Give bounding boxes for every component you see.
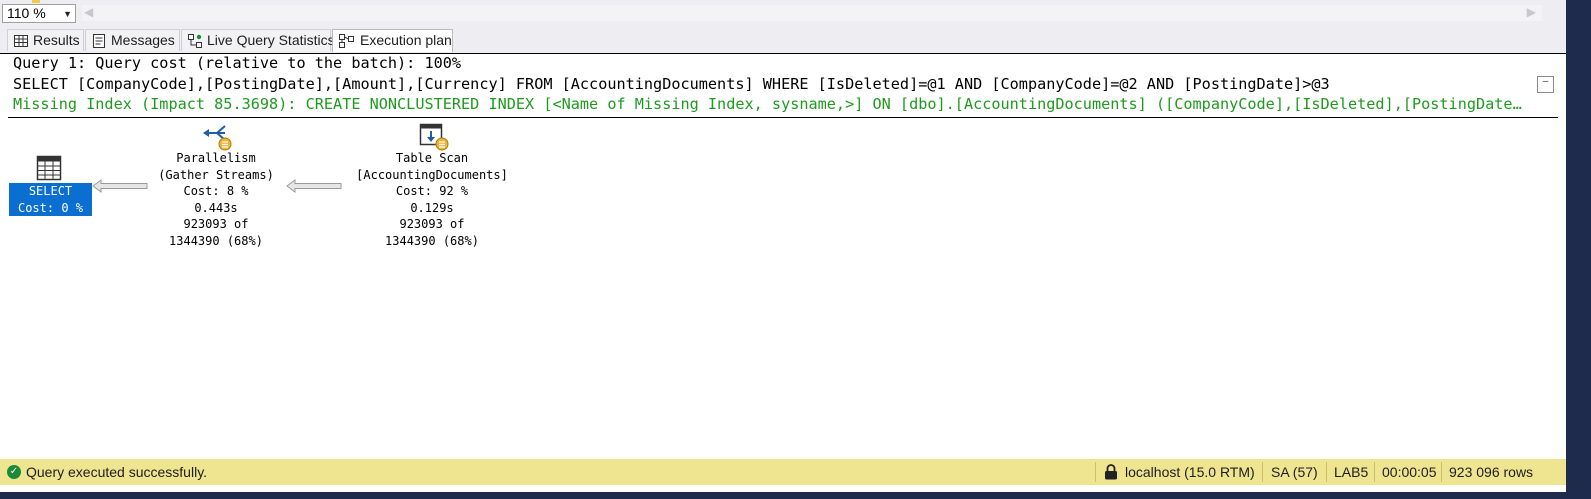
lock-icon xyxy=(1105,464,1117,480)
scroll-right-icon[interactable]: ▶ xyxy=(1527,5,1536,19)
node-estimate: 1344390 (68%) xyxy=(385,233,479,248)
tab-results[interactable]: Results xyxy=(7,29,84,51)
node-rows: 923093 of xyxy=(399,217,465,231)
divider xyxy=(1262,462,1263,482)
divider xyxy=(8,117,1558,118)
success-check-icon: ✓ xyxy=(7,465,21,479)
tab-label: Execution plan xyxy=(360,32,452,48)
divider xyxy=(1326,462,1327,482)
status-user: SA (57) xyxy=(1271,464,1318,480)
execution-plan-icon xyxy=(339,34,354,48)
data-flow-arrow[interactable] xyxy=(92,179,148,193)
result-tabs: Results Messages Live Query Statistics E… xyxy=(0,28,1566,54)
query-sql-text: SELECT [CompanyCode],[PostingDate],[Amou… xyxy=(13,75,1330,93)
parallelism-icon[interactable] xyxy=(201,124,233,152)
live-stats-icon xyxy=(188,34,202,48)
divider xyxy=(1441,462,1442,482)
collapse-button[interactable]: – xyxy=(1537,76,1554,93)
grid-icon xyxy=(14,35,28,47)
editor-marker xyxy=(32,0,40,3)
divider xyxy=(1374,462,1375,482)
zoom-value: 110 % xyxy=(7,5,46,21)
node-cost: Cost: 92 % xyxy=(395,184,469,198)
zoom-select[interactable]: 110 % ▼ xyxy=(2,4,76,23)
status-message: Query executed successfully. xyxy=(26,464,208,480)
tab-label: Live Query Statistics xyxy=(207,32,335,48)
tab-messages[interactable]: Messages xyxy=(85,29,180,51)
query-results-panel: 110 % ▼ ◀ ▶ Results Messages Live Query … xyxy=(0,0,1566,492)
data-flow-arrow[interactable] xyxy=(286,179,342,193)
query-cost-header: Query 1: Query cost (relative to the bat… xyxy=(13,54,462,72)
select-node-name: SELECT xyxy=(28,184,73,198)
select-node-cost: Cost: 0 % xyxy=(17,200,84,215)
node-name: Parallelism xyxy=(176,151,256,165)
table-scan-node[interactable]: Table Scan [AccountingDocuments] Cost: 9… xyxy=(342,150,522,249)
window-frame xyxy=(1566,0,1591,499)
status-row-count: 923 096 rows xyxy=(1449,464,1534,480)
divider xyxy=(1095,462,1096,482)
node-rows: 923093 of xyxy=(183,217,249,231)
node-subtitle: (Gather Streams) xyxy=(158,167,274,182)
select-node[interactable]: SELECT Cost: 0 % xyxy=(9,183,92,216)
tab-label: Results xyxy=(33,32,80,48)
select-icon[interactable] xyxy=(36,155,62,181)
node-time: 0.443s xyxy=(194,200,238,215)
table-scan-icon[interactable] xyxy=(419,123,449,151)
window-frame xyxy=(0,492,1591,499)
tab-label: Messages xyxy=(111,32,175,48)
node-object: [AccountingDocuments] xyxy=(356,167,508,182)
node-time: 0.129s xyxy=(410,200,454,215)
horizontal-scrollbar[interactable]: ◀ ▶ xyxy=(82,5,1542,21)
messages-icon xyxy=(93,34,105,48)
node-cost: Cost: 8 % xyxy=(183,184,249,198)
status-bar: ✓ Query executed successfully. localhost… xyxy=(0,459,1566,485)
tab-execution-plan[interactable]: Execution plan xyxy=(332,29,453,52)
status-elapsed: 00:00:05 xyxy=(1382,464,1437,480)
missing-index-hint[interactable]: Missing Index (Impact 85.3698): CREATE N… xyxy=(13,95,1528,113)
chevron-down-icon[interactable]: ▼ xyxy=(63,6,72,23)
plan-toolbar: 110 % ▼ ◀ ▶ xyxy=(0,0,1566,28)
tab-live-query-statistics[interactable]: Live Query Statistics xyxy=(181,29,335,51)
parallelism-node[interactable]: Parallelism (Gather Streams) Cost: 8 % 0… xyxy=(146,150,286,249)
scroll-left-icon[interactable]: ◀ xyxy=(84,5,93,19)
status-server: localhost (15.0 RTM) xyxy=(1125,464,1255,480)
status-database: LAB5 xyxy=(1334,464,1369,480)
node-name: Table Scan xyxy=(395,151,469,165)
node-estimate: 1344390 (68%) xyxy=(169,233,263,248)
